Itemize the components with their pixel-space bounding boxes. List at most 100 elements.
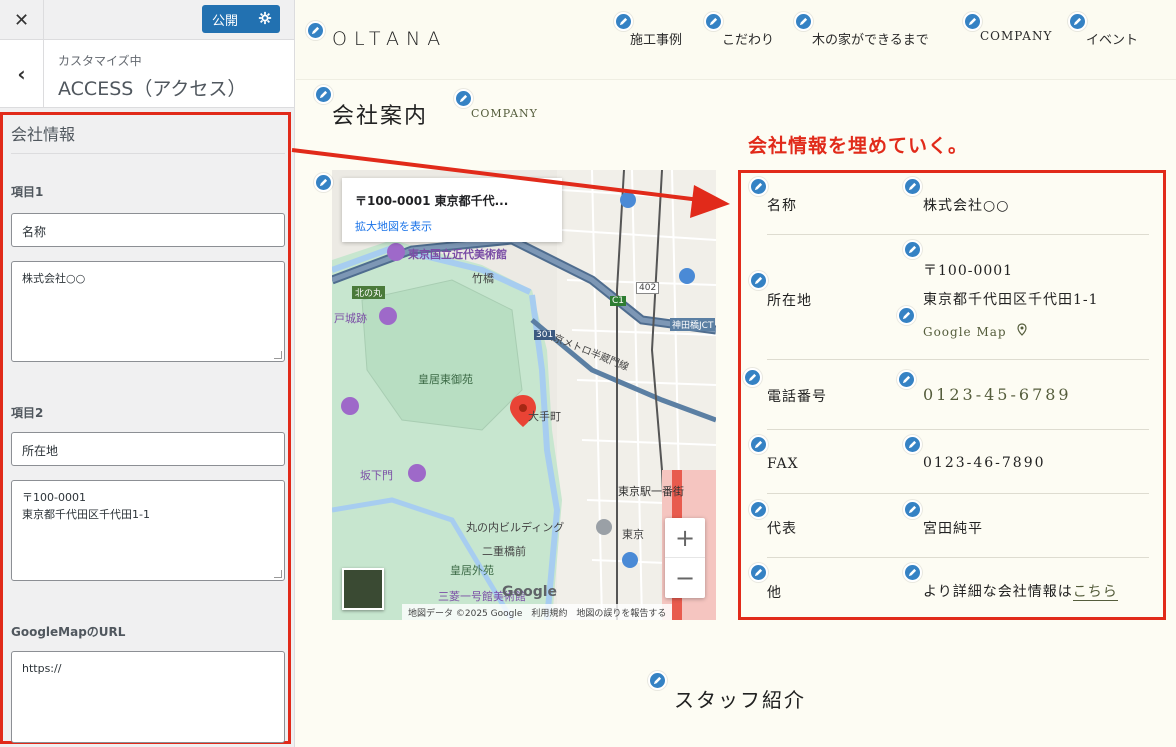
- map-pin-icon: [1017, 323, 1028, 336]
- item2-name-input[interactable]: 所在地: [11, 432, 285, 466]
- map-label: 二重橋前: [482, 545, 526, 558]
- item1-content-textarea[interactable]: 株式会社○○: [11, 261, 285, 362]
- edit-pencil-icon[interactable]: [897, 370, 916, 389]
- nav-item-works[interactable]: 施工事例: [630, 29, 682, 48]
- edit-pencil-icon[interactable]: [454, 89, 473, 108]
- map-label: 神田橋JCT: [670, 318, 716, 331]
- map-label: 戸城跡: [334, 312, 367, 325]
- zoom-in-button[interactable]: +: [665, 518, 705, 558]
- nav-item-process[interactable]: 木の家ができるまで: [812, 29, 929, 48]
- row-divider: [767, 557, 1149, 558]
- gmap-url-text: https://: [22, 662, 62, 675]
- site-preview: OLTANA 施工事例 こだわり 木の家ができるまで COMPANY イベント …: [296, 0, 1176, 747]
- edit-pencil-icon[interactable]: [903, 240, 922, 259]
- row-value-phone[interactable]: 0123-45-6789: [923, 385, 1072, 404]
- google-map-link-text: Google Map: [923, 325, 1007, 339]
- company-section-subtitle: COMPANY: [471, 107, 538, 120]
- annotation-text: 会社情報を埋めていく。: [748, 135, 969, 157]
- edit-pencil-icon[interactable]: [743, 368, 762, 387]
- row-divider: [767, 493, 1149, 494]
- map-label: 大手町: [528, 410, 561, 423]
- company-info-panel: 会社情報 項目1 名称 株式会社○○ 項目2 所在地 〒100-0001 東京都…: [0, 112, 291, 744]
- item1-content-text: 株式会社○○: [22, 272, 86, 285]
- gmap-url-textarea[interactable]: https://: [11, 651, 285, 743]
- edit-pencil-icon[interactable]: [749, 563, 768, 582]
- edit-pencil-icon[interactable]: [749, 271, 768, 290]
- item2-content-textarea[interactable]: 〒100-0001 東京都千代田区千代田1-1: [11, 480, 285, 581]
- edit-pencil-icon[interactable]: [306, 21, 325, 40]
- satellite-toggle-button[interactable]: [342, 568, 384, 610]
- row-value-representative: 宮田純平: [923, 521, 983, 537]
- zoom-out-button[interactable]: −: [665, 558, 705, 598]
- site-logo-text: OLTANA: [332, 28, 447, 50]
- map-label: 402: [636, 282, 660, 294]
- divider: [11, 153, 285, 154]
- resize-handle[interactable]: [274, 351, 282, 359]
- row-label-address: 所在地: [767, 293, 812, 309]
- resize-handle[interactable]: [274, 570, 282, 578]
- row-value-other-prefix: より詳細な会社情報は: [923, 584, 1073, 600]
- edit-pencil-icon[interactable]: [903, 563, 922, 582]
- edit-pencil-icon[interactable]: [614, 12, 633, 31]
- map-label: 東京: [622, 528, 644, 541]
- row-value-name: 株式会社○○: [923, 198, 1010, 214]
- google-map-link[interactable]: Google Map: [923, 323, 1029, 339]
- row-label-phone: 電話番号: [767, 389, 827, 405]
- map-label: 皇居東御苑: [418, 373, 473, 386]
- row-divider: [767, 234, 1149, 235]
- row-label-representative: 代表: [767, 521, 797, 537]
- item2-label: 項目2: [11, 406, 44, 420]
- row-divider: [767, 429, 1149, 430]
- close-icon[interactable]: ✕: [0, 0, 44, 40]
- map-label: 東京駅一番街: [618, 485, 684, 498]
- edit-pencil-icon[interactable]: [749, 500, 768, 519]
- publish-button[interactable]: 公開: [202, 5, 280, 33]
- edit-pencil-icon[interactable]: [749, 177, 768, 196]
- item1-name-input[interactable]: 名称: [11, 213, 285, 247]
- edit-pencil-icon[interactable]: [903, 177, 922, 196]
- google-logo: Google: [502, 584, 558, 600]
- edit-pencil-icon[interactable]: [903, 500, 922, 519]
- details-link[interactable]: こちら: [1072, 584, 1118, 601]
- staff-section-title: スタッフ紹介: [674, 688, 806, 712]
- gmap-label: GoogleMapのURL: [11, 625, 126, 639]
- edit-pencil-icon[interactable]: [314, 173, 333, 192]
- map-label: 坂下門: [360, 469, 393, 482]
- edit-pencil-icon[interactable]: [897, 306, 916, 325]
- nav-item-commitment[interactable]: こだわり: [722, 29, 774, 48]
- site-logo[interactable]: OLTANA: [332, 28, 468, 50]
- map-enlarge-link[interactable]: 拡大地図を表示: [355, 218, 432, 234]
- section-title: ACCESS（アクセス）: [58, 78, 247, 100]
- row-value-address: 東京都千代田区千代田1-1: [923, 292, 1099, 308]
- nav-item-company[interactable]: COMPANY: [980, 29, 1052, 43]
- map-card-address: 〒100-0001 東京都千代...: [355, 194, 509, 208]
- edit-pencil-icon[interactable]: [794, 12, 813, 31]
- row-label-other: 他: [767, 585, 782, 601]
- customizer-topbar: ✕ 公開: [0, 0, 294, 40]
- edit-pencil-icon[interactable]: [704, 12, 723, 31]
- panel-title: 会社情報: [11, 125, 76, 144]
- map-attribution[interactable]: 地図データ ©2025 Google 利用規約 地図の誤りを報告する: [402, 604, 673, 620]
- company-info-table: 名称 株式会社○○ 所在地 〒100-0001 東京都千代田区千代田1-1 Go…: [738, 170, 1166, 620]
- row-value-other: より詳細な会社情報はこちら: [923, 581, 1118, 601]
- google-map[interactable]: 〒100-0001 東京都千代... 拡大地図を表示 東京国立近代美術館 竹橋 …: [332, 170, 716, 620]
- edit-pencil-icon[interactable]: [1068, 12, 1087, 31]
- map-label: 丸の内ビルディング: [466, 521, 565, 534]
- company-section-title: 会社案内: [332, 104, 429, 129]
- row-value-fax: 0123-46-7890: [923, 455, 1046, 471]
- edit-pencil-icon[interactable]: [963, 12, 982, 31]
- gear-icon[interactable]: [258, 11, 272, 25]
- row-label-name: 名称: [767, 198, 797, 214]
- item2-content-text: 〒100-0001 東京都千代田区千代田1-1: [22, 491, 150, 521]
- edit-pencil-icon[interactable]: [648, 671, 667, 690]
- edit-pencil-icon[interactable]: [749, 435, 768, 454]
- map-label: 301: [534, 330, 556, 340]
- edit-pencil-icon[interactable]: [903, 435, 922, 454]
- item1-label: 項目1: [11, 185, 44, 199]
- map-label: 北の丸: [352, 286, 386, 299]
- nav-item-event[interactable]: イベント: [1086, 29, 1138, 48]
- back-arrow-icon[interactable]: ‹: [0, 40, 44, 108]
- row-label-fax: FAX: [767, 456, 799, 472]
- edit-pencil-icon[interactable]: [314, 85, 333, 104]
- customizer-section-header: ‹ カスタマイズ中 ACCESS（アクセス）: [0, 40, 294, 108]
